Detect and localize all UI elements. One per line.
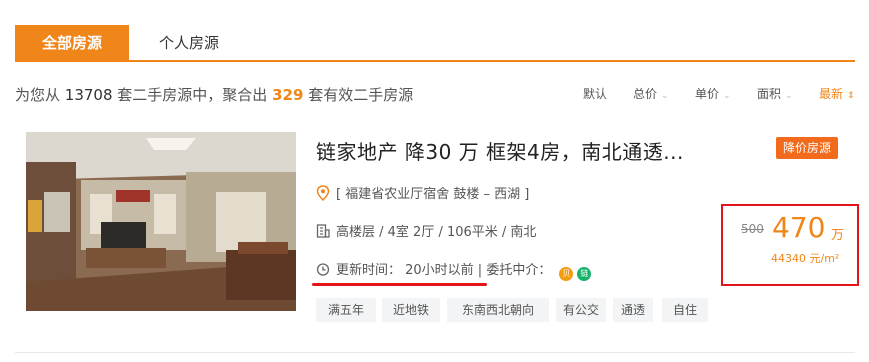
update-time: 更新时间： 20小时以前 | 委托中介：: [336, 263, 552, 278]
unit-price: 44340 元/m²: [771, 252, 840, 265]
tab-personal-listings[interactable]: 个人房源: [149, 25, 229, 60]
feature-tag: 满五年: [316, 298, 376, 322]
listing-tabs: 全部房源 个人房源: [15, 25, 855, 62]
listing-address[interactable]: [ 福建省农业厅宿舍 鼓楼 – 西湖 ]: [336, 187, 529, 202]
annotation-underline: [312, 283, 487, 286]
feature-tag: 自住: [662, 298, 708, 322]
location-pin-icon: [316, 185, 330, 202]
feature-tag: 近地铁: [382, 298, 440, 322]
sort-area[interactable]: 面积 ⌄: [757, 86, 793, 104]
listing-divider: [15, 352, 855, 353]
building-icon: [316, 223, 330, 239]
chevron-down-icon: ⌄: [661, 91, 669, 101]
sort-total-price[interactable]: 总价 ⌄: [633, 86, 669, 104]
sort-unit-price-label: 单价: [695, 87, 720, 101]
sort-newest[interactable]: 最新 ⇕: [819, 86, 855, 104]
chevron-down-icon: ⌄: [785, 91, 793, 101]
feature-tag: 东南西北朝向: [447, 298, 549, 322]
agent-lianjia-icon[interactable]: 链: [577, 267, 592, 281]
sort-default-label: 默认: [583, 87, 608, 101]
agent-beike-icon[interactable]: 贝: [559, 267, 574, 281]
sort-total-price-label: 总价: [633, 87, 658, 101]
address-row: [ 福建省农业厅宿舍 鼓楼 – 西湖 ]: [316, 185, 529, 203]
sort-area-label: 面积: [757, 87, 782, 101]
price-box: 500 470 万 44340 元/m²: [721, 204, 859, 286]
price-drop-badge: 降价房源: [776, 137, 838, 159]
listing-title[interactable]: 链家地产 降30 万 框架4房，南北通透...: [316, 136, 684, 165]
details-row: 高楼层 / 4室 2厅 / 106平米 / 南北: [316, 223, 536, 241]
listing-details: 高楼层 / 4室 2厅 / 106平米 / 南北: [336, 225, 537, 240]
sort-default[interactable]: 默认: [583, 86, 607, 102]
sort-unit-price[interactable]: 单价 ⌄: [695, 86, 731, 104]
price-unit: 万: [831, 228, 845, 243]
sort-updown-icon: ⇕: [847, 91, 855, 101]
chevron-down-icon: ⌄: [723, 91, 731, 101]
original-price: 500: [741, 222, 764, 236]
clock-icon: [316, 261, 330, 277]
tab-all-listings[interactable]: 全部房源: [15, 25, 129, 60]
sort-bar: 默认 总价 ⌄ 单价 ⌄ 面积 ⌄ 最新 ⇕: [0, 86, 869, 102]
listing-photo[interactable]: [26, 132, 296, 311]
feature-tag: 有公交: [556, 298, 606, 322]
feature-tag: 通透: [613, 298, 653, 322]
update-row: 更新时间： 20小时以前 | 委托中介： 贝链: [316, 261, 592, 281]
sort-newest-label: 最新: [819, 87, 844, 101]
total-price: 470: [772, 211, 826, 244]
